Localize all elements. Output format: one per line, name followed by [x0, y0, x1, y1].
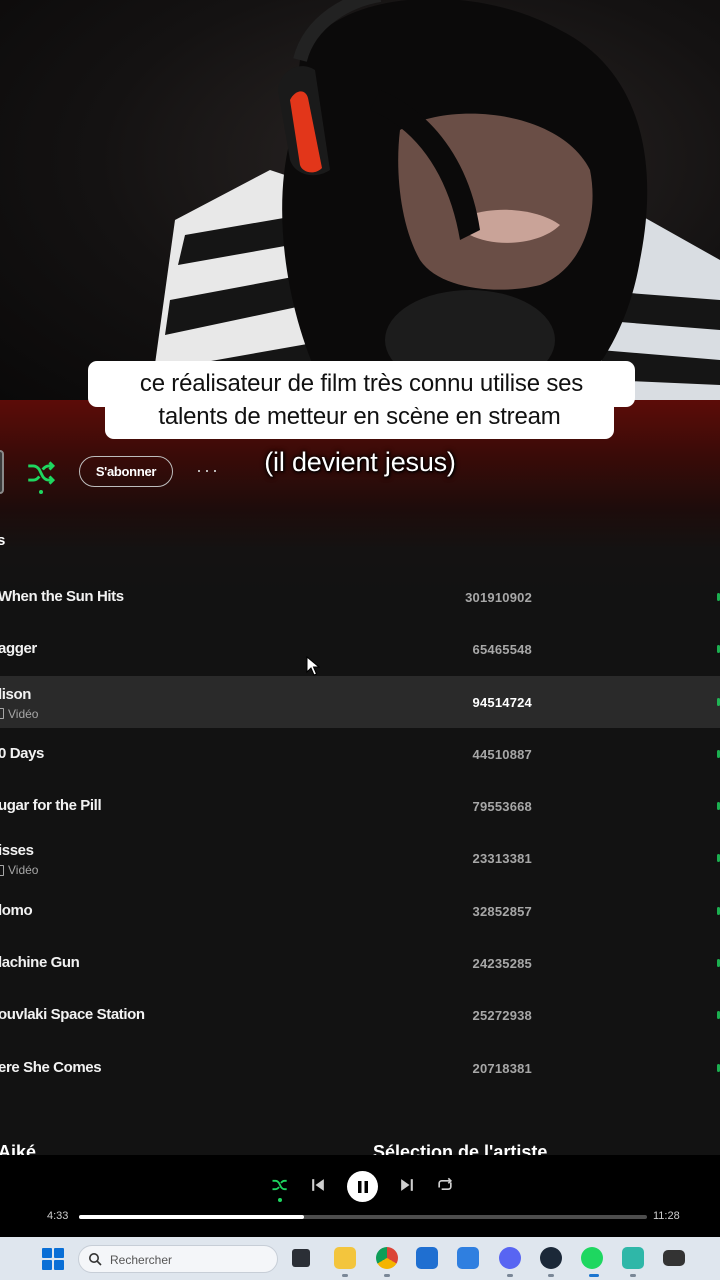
track-row[interactable]: ugar for the Pill 79553668 [0, 780, 720, 832]
overlay-caption: (il devient jesus) [264, 447, 456, 477]
track-play-count: 79553668 [472, 799, 532, 815]
running-indicator [507, 1274, 513, 1277]
track-title[interactable]: 0 Days [0, 745, 44, 762]
streamer-image [150, 0, 720, 400]
task-view-icon[interactable] [292, 1249, 310, 1267]
track-title[interactable]: ouvlaki Space Station [0, 1006, 145, 1023]
track-play-count: 301910902 [465, 590, 532, 605]
spotify-artist-page: S'abonner ··· s When the Sun Hits 3019109… [0, 400, 720, 1155]
section-heading-partial: s [0, 532, 6, 549]
track-play-count: 24235285 [472, 956, 532, 972]
track-title[interactable]: lison [0, 686, 31, 703]
track-row[interactable]: ouvlaki Space Station 25272938 [0, 989, 720, 1041]
popular-tracks-list: When the Sun Hits 301910902 agger 65465548 l… [0, 571, 720, 1094]
track-video-badge: Vidéo [0, 863, 38, 877]
running-indicator [548, 1274, 554, 1277]
section-heading-cut-right: Sélection de l'artiste [373, 1142, 548, 1155]
track-row[interactable]: lison Vidéo 94514724 [0, 675, 720, 728]
track-row[interactable]: agger 65465548 [0, 623, 720, 675]
video-icon [0, 864, 4, 876]
track-video-badge: Vidéo [0, 707, 38, 721]
pause-button[interactable] [347, 1171, 378, 1202]
search-icon [89, 1253, 102, 1266]
mouse-cursor-icon [306, 656, 320, 676]
running-indicator [342, 1274, 348, 1277]
app-icon[interactable] [622, 1247, 644, 1269]
player-bar: 4:33 11:28 [0, 1155, 720, 1237]
track-row[interactable]: lomo 32852857 [0, 885, 720, 937]
player-shuffle-active-dot [278, 1198, 282, 1202]
track-play-count: 44510887 [472, 746, 532, 762]
track-play-count: 20718381 [472, 1060, 532, 1076]
running-indicator [630, 1274, 636, 1277]
spotify-icon[interactable] [581, 1247, 603, 1269]
track-title[interactable]: ere She Comes [0, 1059, 102, 1076]
shuffle-active-dot [39, 490, 43, 494]
steam-icon[interactable] [540, 1247, 562, 1269]
chrome-icon[interactable] [376, 1247, 398, 1269]
pause-icon [357, 1180, 368, 1193]
track-row[interactable]: lachine Gun 24235285 [0, 937, 720, 989]
track-title[interactable]: lomo [0, 902, 33, 919]
track-play-count: 94514724 [472, 694, 532, 710]
video-caption: talents de metteur en scène en stream ce… [88, 361, 635, 441]
track-title[interactable]: When the Sun Hits [0, 588, 124, 605]
track-play-count: 32852857 [472, 903, 532, 919]
media-icon[interactable] [663, 1250, 685, 1266]
discord-icon[interactable] [499, 1247, 521, 1269]
repeat-icon[interactable] [435, 1175, 455, 1195]
track-row[interactable]: isses Vidéo 23313381 [0, 832, 720, 884]
track-play-count: 23313381 [472, 851, 532, 867]
track-play-count: 65465548 [472, 642, 532, 658]
section-heading-cut-left: Aiké [0, 1142, 37, 1155]
track-play-count: 25272938 [472, 1008, 532, 1024]
track-title[interactable]: ugar for the Pill [0, 797, 102, 814]
track-row[interactable]: When the Sun Hits 301910902 [0, 571, 720, 623]
next-track-icon[interactable] [397, 1175, 417, 1195]
webcam-feed [0, 0, 720, 400]
track-title[interactable]: agger [0, 640, 37, 657]
previous-track-icon[interactable] [308, 1175, 328, 1195]
windows-start-icon[interactable] [42, 1248, 64, 1270]
track-row[interactable]: 0 Days 44510887 [0, 728, 720, 780]
track-title[interactable]: lachine Gun [0, 954, 80, 971]
windows-taskbar: Rechercher [0, 1237, 720, 1280]
player-shuffle-icon[interactable] [270, 1175, 290, 1195]
running-indicator [384, 1274, 390, 1277]
current-time: 4:33 [47, 1210, 69, 1222]
store-icon[interactable] [416, 1247, 438, 1269]
track-sub-label: Vidéo [8, 706, 39, 721]
total-time: 11:28 [653, 1210, 680, 1222]
track-row[interactable]: ere She Comes 20718381 [0, 1042, 720, 1094]
caption-line-1: ce réalisateur de film très connu utilis… [88, 361, 635, 407]
search-placeholder: Rechercher [110, 1253, 173, 1267]
track-sub-label: Vidéo [8, 863, 39, 878]
file-explorer-icon[interactable] [334, 1247, 356, 1269]
taskbar-search-input[interactable]: Rechercher [78, 1245, 278, 1273]
progress-fill [79, 1215, 305, 1219]
mail-icon[interactable] [457, 1247, 479, 1269]
track-title[interactable]: isses [0, 842, 34, 859]
progress-bar[interactable] [79, 1215, 647, 1219]
video-icon [0, 708, 4, 720]
active-indicator [589, 1274, 599, 1277]
